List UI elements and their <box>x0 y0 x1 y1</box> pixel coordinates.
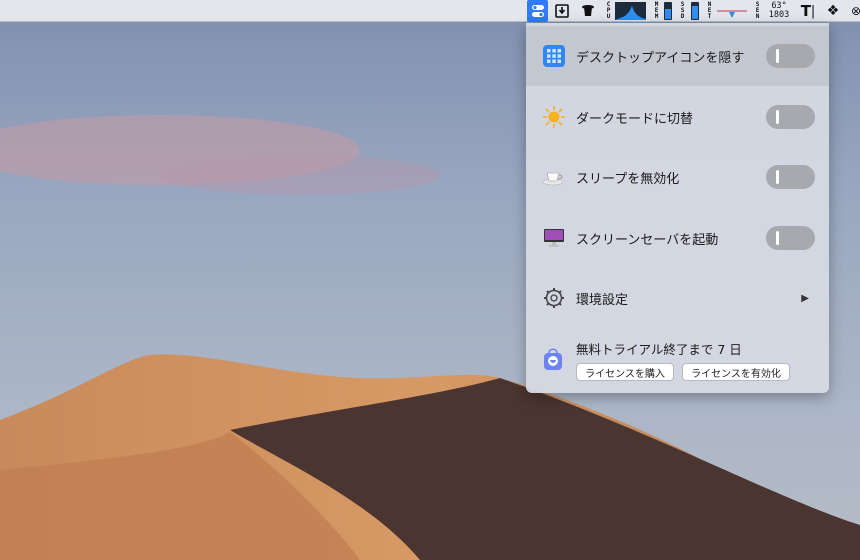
grid-icon <box>542 44 566 68</box>
menu-item-label: デスクトップアイコンを隠す <box>576 50 745 66</box>
gear-icon <box>542 286 566 310</box>
submenu-arrow-icon: ▶ <box>801 292 809 304</box>
sen-label: SEN <box>755 1 760 20</box>
activate-license-button[interactable]: ライセンスを有効化 <box>682 363 790 381</box>
dark-mode-toggle[interactable] <box>766 105 815 129</box>
menu-item-label: ダークモードに切替 <box>576 111 694 127</box>
sensor-fan-speed: 1803 <box>768 10 790 20</box>
hide-desktop-icons-toggle[interactable] <box>766 44 815 68</box>
menu-item-label: スリープを無効化 <box>576 171 680 187</box>
text-cursor-icon[interactable]: T | <box>798 0 818 22</box>
sun-icon <box>542 105 566 129</box>
one-switch-dropdown: デスクトップアイコンを隠す ダークモードに切替 スリープを無効化 スクリーンセー… <box>526 23 829 393</box>
cpu-label: CPU <box>606 1 611 20</box>
shopping-bag-icon <box>542 347 564 375</box>
download-icon[interactable] <box>553 0 571 22</box>
close-circle-icon[interactable]: ⊗ <box>849 0 860 22</box>
net-label: NET <box>707 1 712 20</box>
menu-item-start-screensaver[interactable]: スクリーンセーバを起動 <box>526 208 829 268</box>
menu-item-label: 環境設定 <box>576 292 629 308</box>
ssd-label: SSD <box>680 1 685 20</box>
menu-item-preferences[interactable]: 環境設定 ▶ <box>526 268 829 328</box>
mem-label: MEM <box>654 1 659 20</box>
one-switch-menu-icon[interactable] <box>527 0 548 22</box>
menu-item-label: スクリーンセーバを起動 <box>576 232 719 248</box>
disable-sleep-toggle[interactable] <box>766 165 815 189</box>
cursor-bar-icon: | <box>810 3 816 19</box>
trial-remaining-text: 無料トライアル終了まで 7 日 <box>576 342 742 357</box>
cpu-graph[interactable] <box>615 0 646 22</box>
coffee-cup-icon <box>542 165 566 189</box>
menu-bar: CPU MEM SSD NET SEN 63° 1803 T | ❖ ⊗ <box>0 0 860 22</box>
screensaver-toggle[interactable] <box>766 226 815 250</box>
menu-item-hide-desktop-icons[interactable]: デスクトップアイコンを隠す <box>526 26 829 86</box>
menu-item-dark-mode[interactable]: ダークモードに切替 <box>526 87 829 147</box>
menu-item-disable-sleep[interactable]: スリープを無効化 <box>526 147 829 207</box>
trial-section: 無料トライアル終了まで 7 日 ライセンスを購入 ライセンスを有効化 <box>526 333 829 393</box>
buy-license-button[interactable]: ライセンスを購入 <box>576 363 674 381</box>
text-icon-label: T <box>800 2 811 20</box>
mem-gauge[interactable] <box>663 0 672 22</box>
dropbox-icon[interactable]: ❖ <box>823 0 843 22</box>
monitor-icon <box>542 226 566 250</box>
sensors-readout[interactable]: 63° 1803 <box>765 0 793 22</box>
net-graph[interactable] <box>717 0 747 22</box>
top-hat-icon[interactable] <box>579 0 597 22</box>
ssd-gauge[interactable] <box>690 0 699 22</box>
